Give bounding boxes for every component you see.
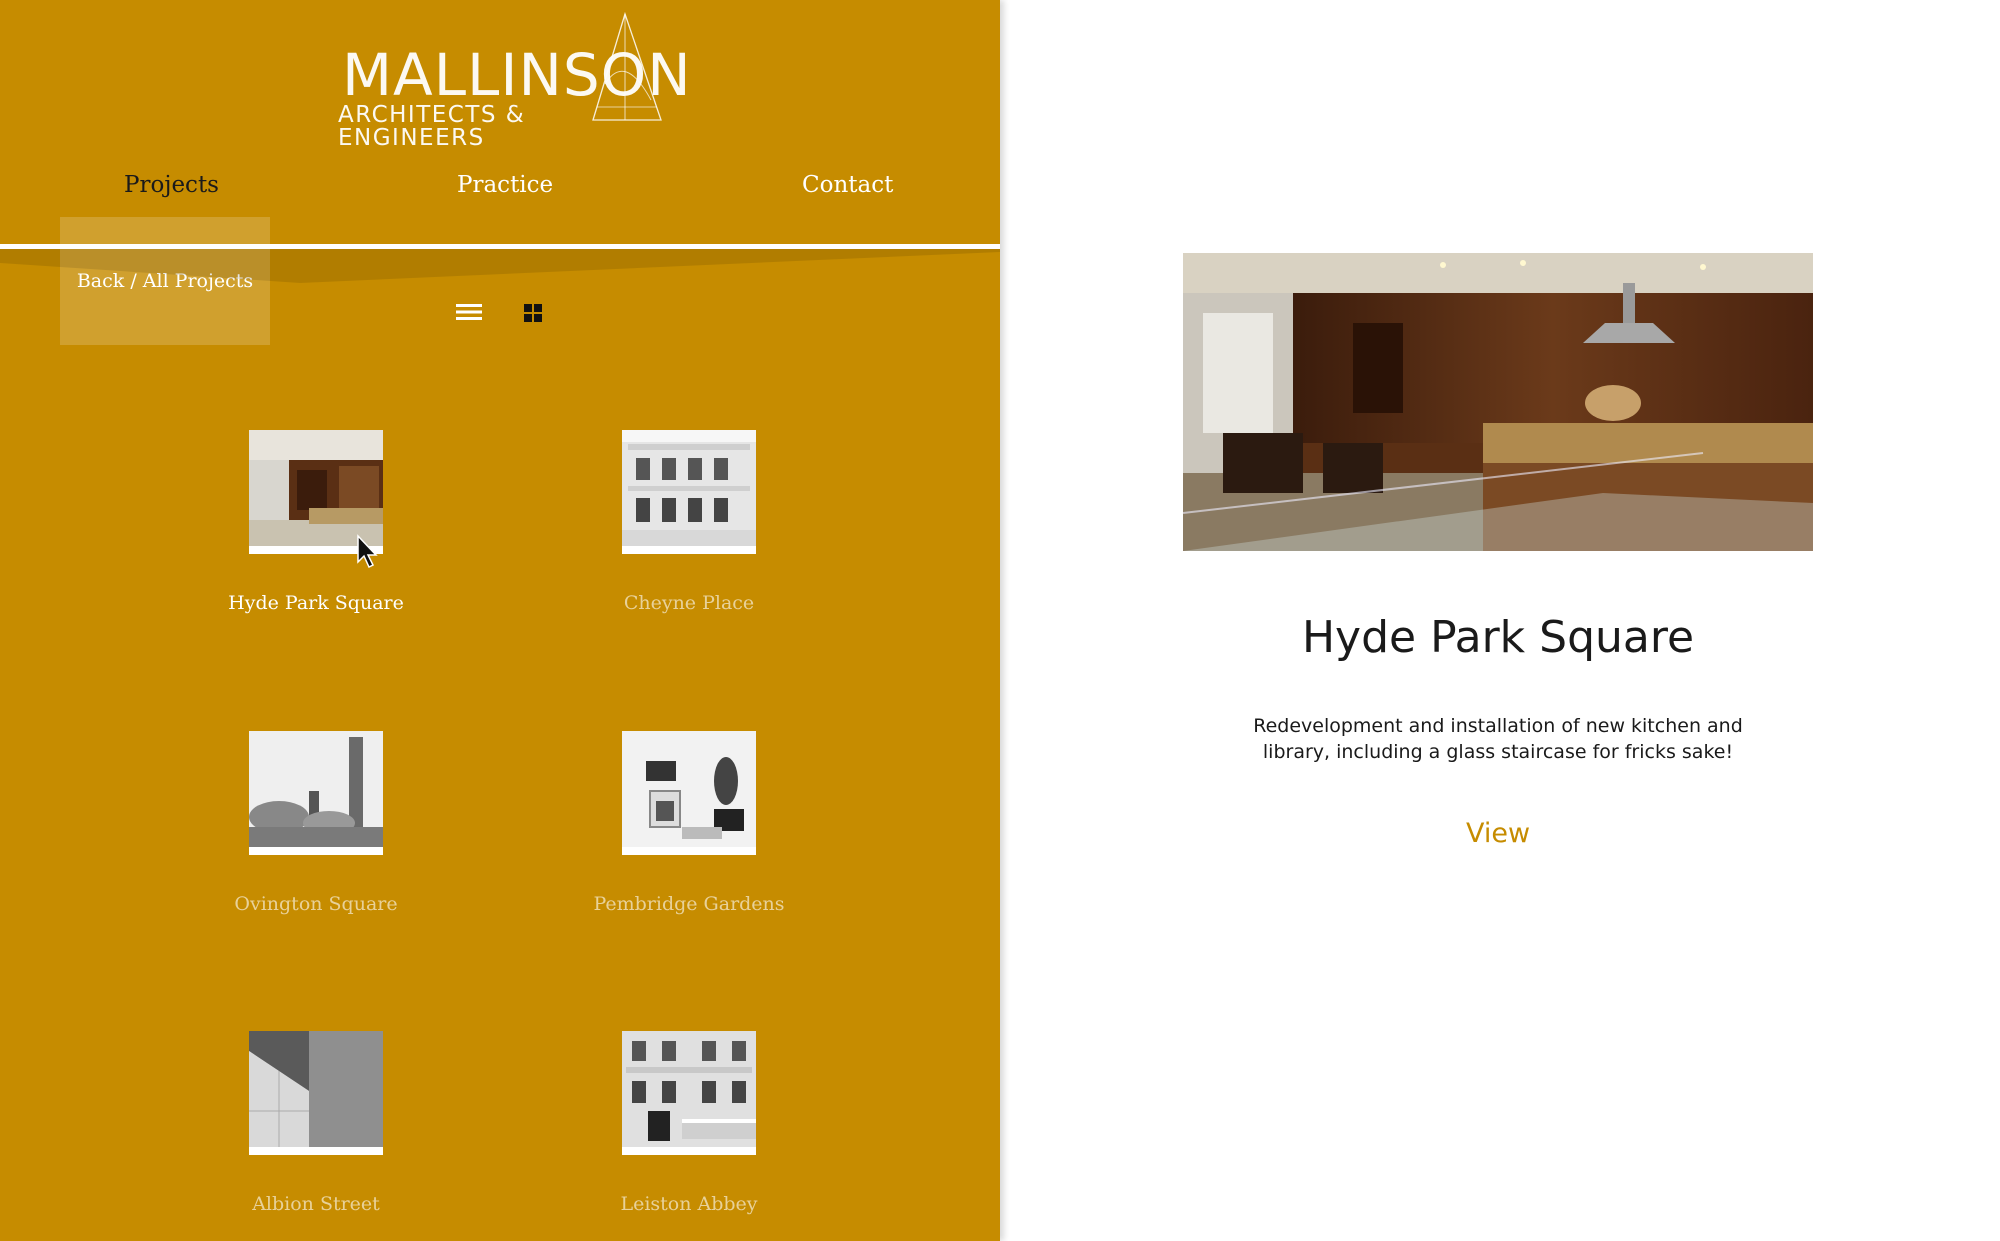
project-detail-panel: Hyde Park Square Redevelopment and insta… (1000, 0, 2000, 1241)
mouse-cursor-icon (357, 534, 378, 569)
view-project-link[interactable]: View (1000, 818, 1996, 849)
grid-view-button[interactable] (523, 303, 543, 327)
kitchen-interior-image (1183, 253, 1813, 551)
project-thumbnail[interactable] (622, 430, 756, 554)
list-icon (456, 304, 482, 320)
project-thumbnail[interactable] (249, 1031, 383, 1155)
project-hero-image (1183, 253, 1813, 551)
living-room-image (622, 731, 756, 855)
project-thumbnail[interactable] (622, 731, 756, 855)
abstract-architecture-image (249, 1031, 383, 1155)
project-item-pembridge-gardens[interactable]: Pembridge Gardens (559, 731, 819, 915)
project-title: Cheyne Place (623, 592, 755, 614)
project-item-leiston-abbey[interactable]: Leiston Abbey (559, 1031, 819, 1215)
project-item-hyde-park-square[interactable]: Hyde Park Square (186, 430, 446, 614)
divider-shadow (0, 249, 1000, 283)
project-title: Leiston Abbey (620, 1193, 758, 1215)
project-item-ovington-square[interactable]: Ovington Square (186, 731, 446, 915)
facade-image (622, 430, 756, 554)
project-item-cheyne-place[interactable]: Cheyne Place (559, 430, 819, 614)
nav-contact[interactable]: Contact (802, 172, 893, 198)
terrace-facade-image (622, 1031, 756, 1155)
project-thumbnail[interactable] (622, 1031, 756, 1155)
grid-icon (524, 304, 542, 322)
project-title: Albion Street (252, 1193, 380, 1215)
project-thumbnail[interactable] (249, 731, 383, 855)
project-detail-description: Redevelopment and installation of new ki… (1253, 715, 1743, 763)
project-title: Ovington Square (234, 893, 398, 915)
brand-name: MALLINSON (342, 41, 692, 109)
project-title: Hyde Park Square (228, 592, 404, 614)
project-detail-title: Hyde Park Square (1301, 612, 1695, 663)
nav-projects[interactable]: Projects (124, 172, 219, 198)
brand-subtitle: ARCHITECTS & ENGINEERS (338, 102, 526, 151)
project-title: Pembridge Gardens (593, 893, 785, 915)
project-navigation-panel: MALLINSON ARCHITECTS & ENGINEERS Project… (0, 0, 1000, 1241)
list-view-button[interactable] (456, 302, 482, 326)
brand-logo[interactable]: MALLINSON ARCHITECTS & ENGINEERS (330, 12, 691, 150)
chimney-image (249, 731, 383, 855)
project-item-albion-street[interactable]: Albion Street (186, 1031, 446, 1215)
nav-practice[interactable]: Practice (457, 172, 553, 198)
